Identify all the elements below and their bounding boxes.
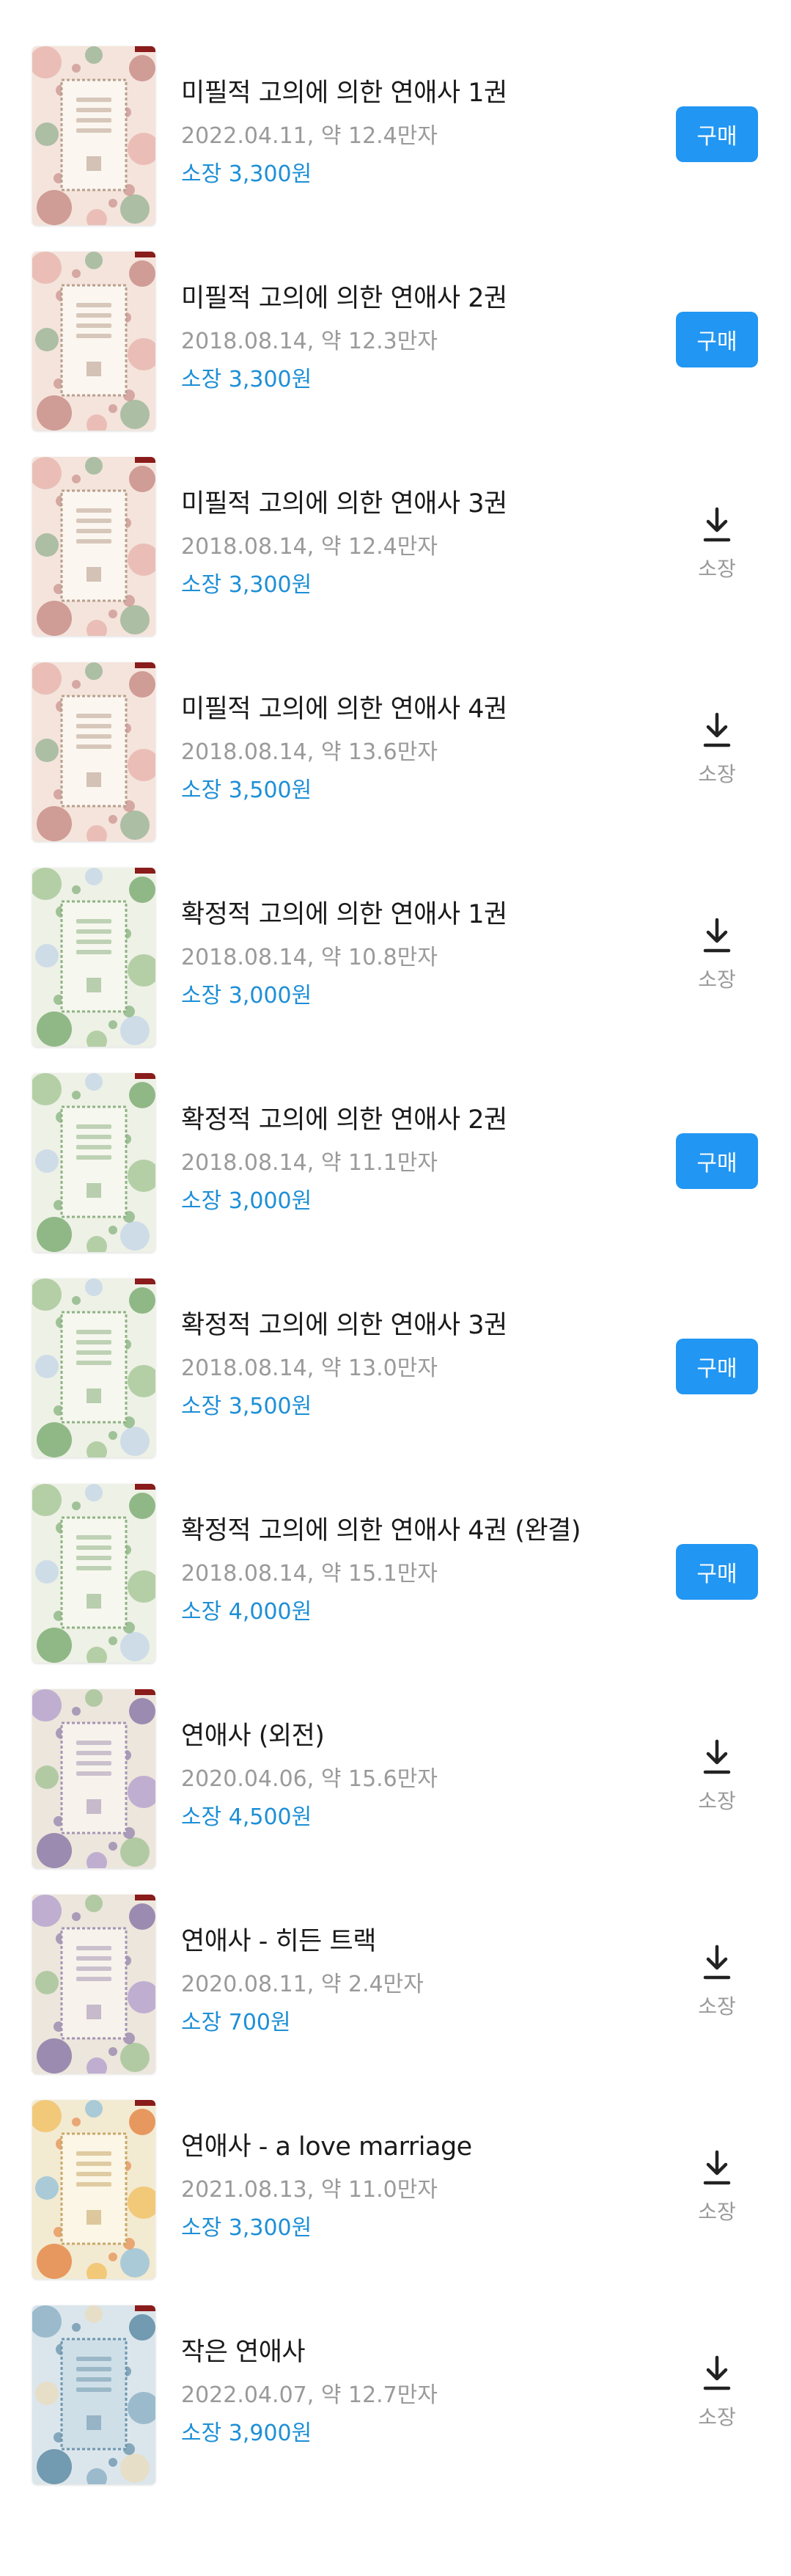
owned-download-button[interactable]: 소장 [688,917,746,998]
book-meta: 2018.08.14, 약 11.1만자 [181,1150,438,1176]
book-row[interactable]: 연애사 (외전) 2020.04.06, 약 15.6만자 소장 4,500원 … [0,1643,791,1868]
book-meta: 2018.08.14, 약 12.4만자 [181,534,438,560]
book-meta: 2018.08.14, 약 13.0만자 [181,1355,438,1381]
download-icon [703,1944,731,1980]
book-meta: 2020.04.06, 약 15.6만자 [181,1766,438,1792]
book-meta: 2018.08.14, 약 15.1만자 [181,1561,438,1587]
owned-label: 소장 [698,2405,736,2429]
book-cover[interactable] [32,252,155,431]
book-row[interactable]: 확정적 고의에 의한 연애사 2권 2018.08.14, 약 11.1만자 소… [0,1027,791,1252]
book-title: 확정적 고의에 의한 연애사 2권 [181,1105,507,1135]
cover-illustration [32,46,155,225]
book-meta: 2018.08.14, 약 10.8만자 [181,945,438,970]
buy-button[interactable]: 구매 [676,1544,758,1600]
book-meta: 2022.04.07, 약 12.7만자 [181,2382,438,2408]
book-title: 미필적 고의에 의한 연애사 3권 [181,489,507,519]
book-price: 소장 700원 [181,2010,291,2035]
download-icon [703,918,731,953]
book-title: 미필적 고의에 의한 연애사 1권 [181,78,507,108]
book-title: 확정적 고의에 의한 연애사 1권 [181,900,507,929]
book-row[interactable]: 미필적 고의에 의한 연애사 2권 2018.08.14, 약 12.3만자 소… [0,205,791,431]
book-row[interactable]: 연애사 - a love marriage 2021.08.13, 약 11.0… [0,2054,791,2279]
buy-button[interactable]: 구매 [676,106,758,162]
owned-label: 소장 [698,2200,736,2224]
book-row[interactable]: 미필적 고의에 의한 연애사 3권 2018.08.14, 약 12.4만자 소… [0,411,791,636]
book-price: 소장 4,000원 [181,1599,312,1625]
download-icon [703,1739,731,1774]
book-meta: 2021.08.13, 약 11.0만자 [181,2177,438,2203]
book-price: 소장 3,500원 [181,777,312,803]
book-meta: 2018.08.14, 약 12.3만자 [181,329,438,354]
owned-download-button[interactable]: 소장 [688,2354,746,2435]
book-title: 확정적 고의에 의한 연애사 4권 (완결) [181,1516,581,1545]
download-icon [703,712,731,747]
book-cover[interactable] [32,46,155,225]
cover-illustration [32,2100,155,2279]
book-price: 소장 3,300원 [181,161,312,187]
owned-download-button[interactable]: 소장 [688,1944,746,2024]
download-icon [703,2150,731,2185]
book-meta: 2018.08.14, 약 13.6만자 [181,739,438,765]
cover-illustration [32,252,155,431]
book-price: 소장 3,500원 [181,1394,312,1419]
owned-label: 소장 [698,1789,736,1813]
cover-illustration [32,1073,155,1252]
book-price: 소장 3,000원 [181,1188,312,1214]
book-row[interactable]: 확정적 고의에 의한 연애사 3권 2018.08.14, 약 13.0만자 소… [0,1232,791,1457]
book-cover[interactable] [32,1073,155,1252]
book-cover[interactable] [32,457,155,636]
download-icon [703,507,731,542]
book-cover[interactable] [32,868,155,1047]
book-price: 소장 3,300원 [181,572,312,598]
book-row[interactable]: 확정적 고의에 의한 연애사 4권 (완결) 2018.08.14, 약 15.… [0,1438,791,1663]
buy-button[interactable]: 구매 [676,1133,758,1189]
book-cover[interactable] [32,662,155,841]
book-row[interactable]: 미필적 고의에 의한 연애사 1권 2022.04.11, 약 12.4만자 소… [0,0,791,225]
cover-illustration [32,1278,155,1457]
owned-download-button[interactable]: 소장 [688,711,746,792]
book-title: 연애사 (외전) [181,1721,325,1751]
owned-label: 소장 [698,762,736,786]
cover-illustration [32,1895,155,2074]
book-title: 연애사 - a love marriage [181,2132,472,2162]
book-cover[interactable] [32,1895,155,2074]
book-cover[interactable] [32,1484,155,1663]
book-price: 소장 4,500원 [181,1804,312,1830]
book-row[interactable]: 확정적 고의에 의한 연애사 1권 2018.08.14, 약 10.8만자 소… [0,822,791,1047]
book-title: 확정적 고의에 의한 연애사 3권 [181,1311,507,1340]
book-row[interactable]: 연애사 - 히든 트랙 2020.08.11, 약 2.4만자 소장 700원 … [0,1848,791,2074]
book-cover[interactable] [32,1689,155,1868]
cover-illustration [32,662,155,841]
book-price: 소장 3,000원 [181,983,312,1009]
book-meta: 2020.08.11, 약 2.4만자 [181,1972,424,1997]
buy-button[interactable]: 구매 [676,1339,758,1394]
cover-illustration [32,2305,155,2484]
cover-illustration [32,1484,155,1663]
owned-download-button[interactable]: 소장 [688,2149,746,2230]
book-cover[interactable] [32,2305,155,2484]
cover-illustration [32,1689,155,1868]
cover-illustration [32,868,155,1047]
book-price: 소장 3,300원 [181,2215,312,2241]
book-price: 소장 3,300원 [181,367,312,392]
cover-illustration [32,457,155,636]
owned-label: 소장 [698,967,736,992]
owned-label: 소장 [698,557,736,581]
buy-button[interactable]: 구매 [676,312,758,367]
book-title: 미필적 고의에 의한 연애사 2권 [181,284,507,313]
book-title: 연애사 - 히든 트랙 [181,1927,376,1956]
book-title: 미필적 고의에 의한 연애사 4권 [181,695,507,724]
book-title: 작은 연애사 [181,2338,306,2367]
owned-label: 소장 [698,1994,736,2019]
book-cover[interactable] [32,2100,155,2279]
book-meta: 2022.04.11, 약 12.4만자 [181,123,438,149]
book-row[interactable]: 작은 연애사 2022.04.07, 약 12.7만자 소장 3,900원 소장 [0,2259,791,2484]
book-row[interactable]: 미필적 고의에 의한 연애사 4권 2018.08.14, 약 13.6만자 소… [0,616,791,841]
download-icon [703,2355,731,2390]
owned-download-button[interactable]: 소장 [688,1738,746,1819]
book-price: 소장 3,900원 [181,2421,312,2446]
book-cover[interactable] [32,1278,155,1457]
owned-download-button[interactable]: 소장 [688,506,746,587]
